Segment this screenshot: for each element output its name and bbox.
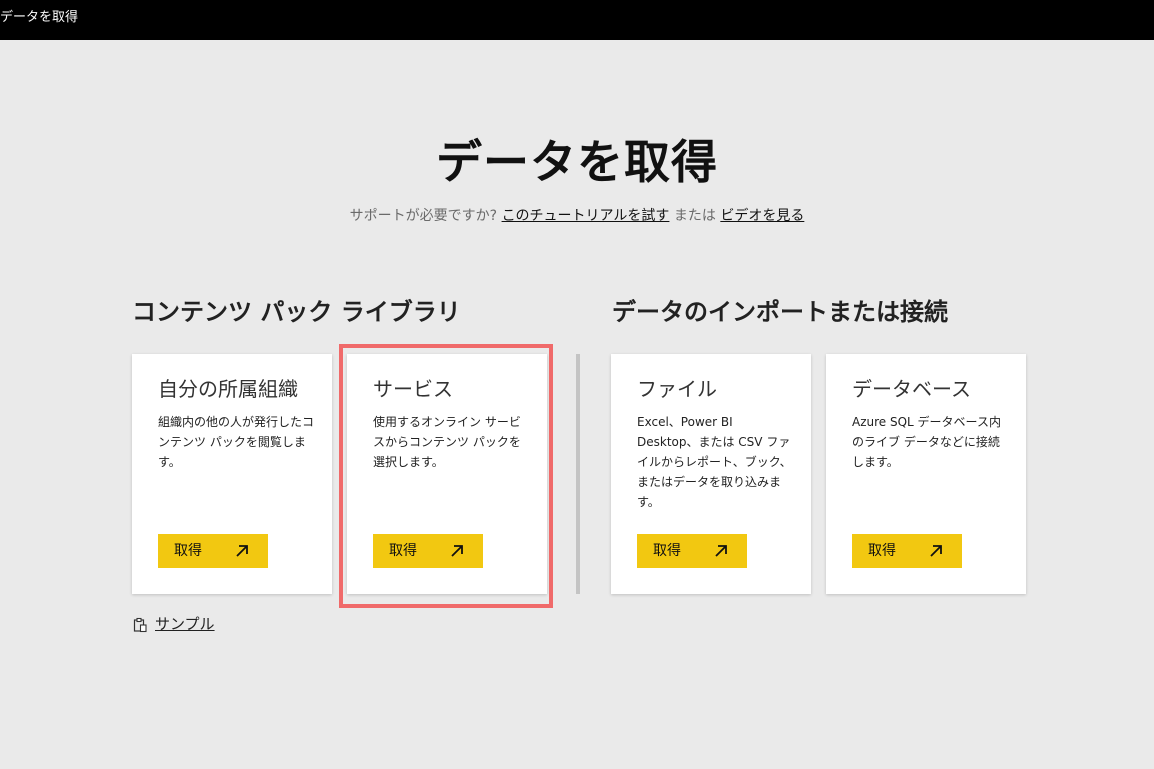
card-description: 使用するオンライン サービスからコンテンツ パックを選択します。 xyxy=(373,415,521,469)
card-my-organization[interactable]: 自分の所属組織 組織内の他の人が発行したコンテンツ パックを閲覧します。 取得 xyxy=(132,354,332,594)
get-button-files[interactable]: 取得 xyxy=(637,534,747,568)
sample-link-label: サンプル xyxy=(155,615,215,633)
video-link[interactable]: ビデオを見る xyxy=(720,208,804,224)
get-button-label: 取得 xyxy=(174,543,202,559)
card-title: ファイル xyxy=(637,377,717,401)
clipboard-icon xyxy=(133,617,147,633)
card-description: Azure SQL データベース内のライブ データなどに接続します。 xyxy=(852,415,1001,469)
help-or-text: または xyxy=(673,208,716,224)
help-prefix: サポートが必要ですか? xyxy=(349,208,498,224)
tutorial-link[interactable]: このチュートリアルを試す xyxy=(502,208,670,224)
get-button-services[interactable]: 取得 xyxy=(373,534,483,568)
card-databases[interactable]: データベース Azure SQL データベース内のライブ データなどに接続します… xyxy=(826,354,1026,594)
card-description: 組織内の他の人が発行したコンテンツ パックを閲覧します。 xyxy=(158,415,315,469)
card-description: Excel、Power BI Desktop、または CSV ファイルからレポー… xyxy=(637,415,792,509)
card-services[interactable]: サービス 使用するオンライン サービスからコンテンツ パックを選択します。 取得 xyxy=(347,354,547,594)
section-heading-content-pack-library: コンテンツ パック ライブラリ xyxy=(132,298,461,326)
window-title: データを取得 xyxy=(0,10,79,25)
card-title: 自分の所属組織 xyxy=(158,377,298,401)
arrow-up-right-icon xyxy=(715,545,727,557)
get-button-label: 取得 xyxy=(389,543,417,559)
page-title: データを取得 xyxy=(436,135,718,189)
card-title: データベース xyxy=(852,377,971,401)
arrow-up-right-icon xyxy=(236,545,248,557)
card-title: サービス xyxy=(373,377,453,401)
arrow-up-right-icon xyxy=(930,545,942,557)
section-divider xyxy=(576,354,580,594)
card-files[interactable]: ファイル Excel、Power BI Desktop、または CSV ファイル… xyxy=(611,354,811,594)
get-button-my-organization[interactable]: 取得 xyxy=(158,534,268,568)
get-button-label: 取得 xyxy=(868,543,896,559)
section-heading-import-or-connect: データのインポートまたは接続 xyxy=(612,298,948,326)
arrow-up-right-icon xyxy=(451,545,463,557)
help-line: サポートが必要ですか? このチュートリアルを試す または ビデオを見る xyxy=(0,206,1154,226)
get-button-databases[interactable]: 取得 xyxy=(852,534,962,568)
get-button-label: 取得 xyxy=(653,543,681,559)
window-titlebar: データを取得 xyxy=(0,0,1154,40)
